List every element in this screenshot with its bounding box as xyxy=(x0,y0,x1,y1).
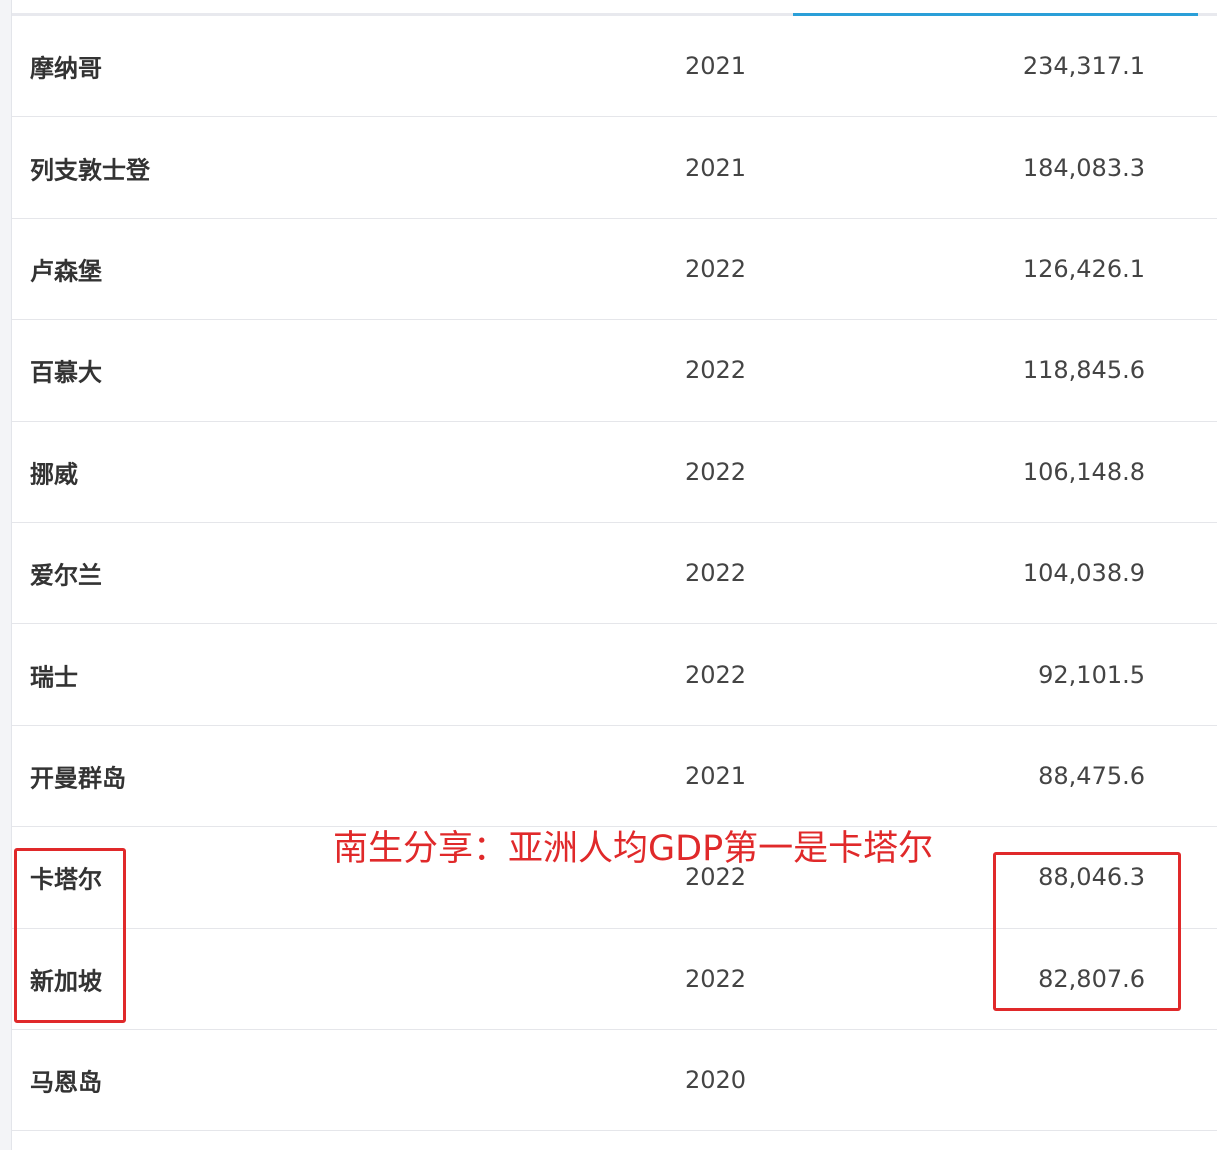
highlight-box-values xyxy=(993,852,1181,1011)
country-name: 开曼群岛 xyxy=(30,764,126,793)
country-name: 爱尔兰 xyxy=(30,561,102,590)
gdp-value-cell: 92,101.5 xyxy=(1038,660,1145,689)
gdp-value-cell: 126,426.1 xyxy=(1022,254,1145,283)
highlight-box-countries xyxy=(14,848,126,1023)
table-row[interactable]: 卢森堡 2022 126,426.1 xyxy=(12,219,1217,321)
table-row[interactable]: 百慕大 2022 118,845.6 xyxy=(12,320,1217,422)
table-row[interactable]: 爱尔兰 2022 104,038.9 xyxy=(12,523,1217,625)
gdp-value-cell: 184,083.3 xyxy=(1022,153,1145,182)
year-cell: 2022 xyxy=(685,964,747,993)
country-name: 摩纳哥 xyxy=(30,54,102,83)
country-name: 卢森堡 xyxy=(30,257,102,286)
gdp-value-cell: 118,845.6 xyxy=(1022,356,1145,385)
table-row[interactable]: 开曼群岛 2021 88,475.6 xyxy=(12,726,1217,828)
year-cell: 2022 xyxy=(685,356,747,385)
annotation-caption: 南生分享：亚洲人均GDP第一是卡塔尔 xyxy=(333,829,934,869)
country-name: 百慕大 xyxy=(30,358,102,387)
gdp-value-cell: 106,148.8 xyxy=(1022,457,1145,486)
gdp-value-cell: 88,475.6 xyxy=(1038,761,1145,790)
country-name: 马恩岛 xyxy=(30,1068,102,1097)
table-row[interactable]: 列支敦士登 2021 184,083.3 xyxy=(12,117,1217,219)
gdp-value-cell: 104,038.9 xyxy=(1022,559,1145,588)
table-row[interactable]: 挪威 2022 106,148.8 xyxy=(12,422,1217,523)
country-name: 挪威 xyxy=(30,460,78,489)
table-row[interactable]: 摩纳哥 2021 234,317.1 xyxy=(12,16,1217,118)
year-cell: 2021 xyxy=(685,153,747,182)
country-name: 列支敦士登 xyxy=(30,156,150,185)
year-cell: 2022 xyxy=(685,457,747,486)
gdp-value-cell: 234,317.1 xyxy=(1022,52,1145,81)
year-cell: 2022 xyxy=(685,254,747,283)
year-cell: 2021 xyxy=(685,761,747,790)
year-cell: 2022 xyxy=(685,559,747,588)
year-cell: 2021 xyxy=(685,52,747,81)
year-cell: 2020 xyxy=(685,1066,747,1095)
left-edge-panel xyxy=(0,0,12,1150)
country-name: 瑞士 xyxy=(30,663,78,692)
table-row[interactable]: 瑞士 2022 92,101.5 xyxy=(12,624,1217,726)
table-row[interactable]: 马恩岛 2020 xyxy=(12,1030,1217,1132)
year-cell: 2022 xyxy=(685,660,747,689)
